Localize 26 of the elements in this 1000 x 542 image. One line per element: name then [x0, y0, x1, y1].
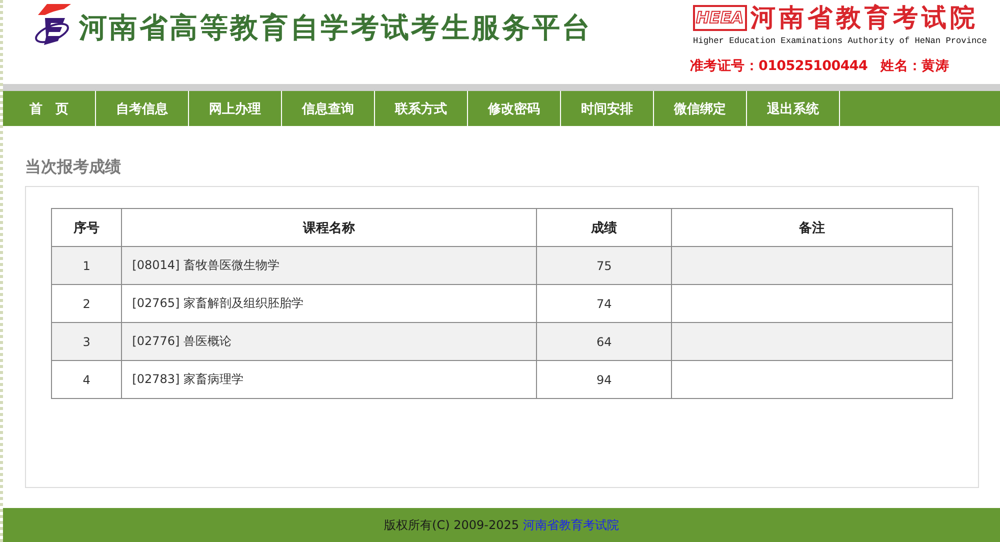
row-number-cell: 3 [52, 322, 122, 360]
site-title: 河南省高等教育自学考试考生服务平台 [79, 10, 592, 46]
candidate-info: 姓名：黄涛 [880, 57, 950, 75]
row-number-cell: 2 [52, 284, 122, 322]
column-header: 成绩 [536, 208, 672, 246]
authority-logo-mark: HEEA [693, 5, 747, 31]
course-name-cell: [02765] 家畜解剖及组织胚胎学 [122, 284, 537, 322]
candidate-info: 准考证号：010525100444 [690, 57, 868, 75]
column-header: 备注 [672, 208, 952, 246]
footer-link[interactable]: 河南省教育考试院 [522, 516, 619, 534]
column-header: 课程名称 [122, 208, 537, 246]
score-cell: 64 [536, 322, 672, 360]
column-header: 序号 [52, 208, 122, 246]
authority-name: 河南省教育考试院 [750, 4, 979, 32]
row-number-cell: 1 [52, 246, 122, 284]
score-cell: 75 [536, 246, 672, 284]
section-title: 当次报考成绩 [25, 157, 122, 177]
logo-icon [33, 4, 71, 48]
score-cell: 94 [536, 360, 672, 398]
authority-english-name: Higher Education Examinations Authority of HeNan Province [692, 35, 988, 47]
course-name-cell: [08014] 畜牧兽医微生物学 [122, 246, 537, 284]
score-cell: 74 [536, 284, 672, 322]
row-number-cell: 4 [52, 360, 122, 398]
course-name-cell: [02783] 家畜病理学 [122, 360, 537, 398]
course-name-cell: [02776] 兽医概论 [122, 322, 537, 360]
copyright-text: 版权所有(C) 2009-2025 [384, 516, 519, 534]
